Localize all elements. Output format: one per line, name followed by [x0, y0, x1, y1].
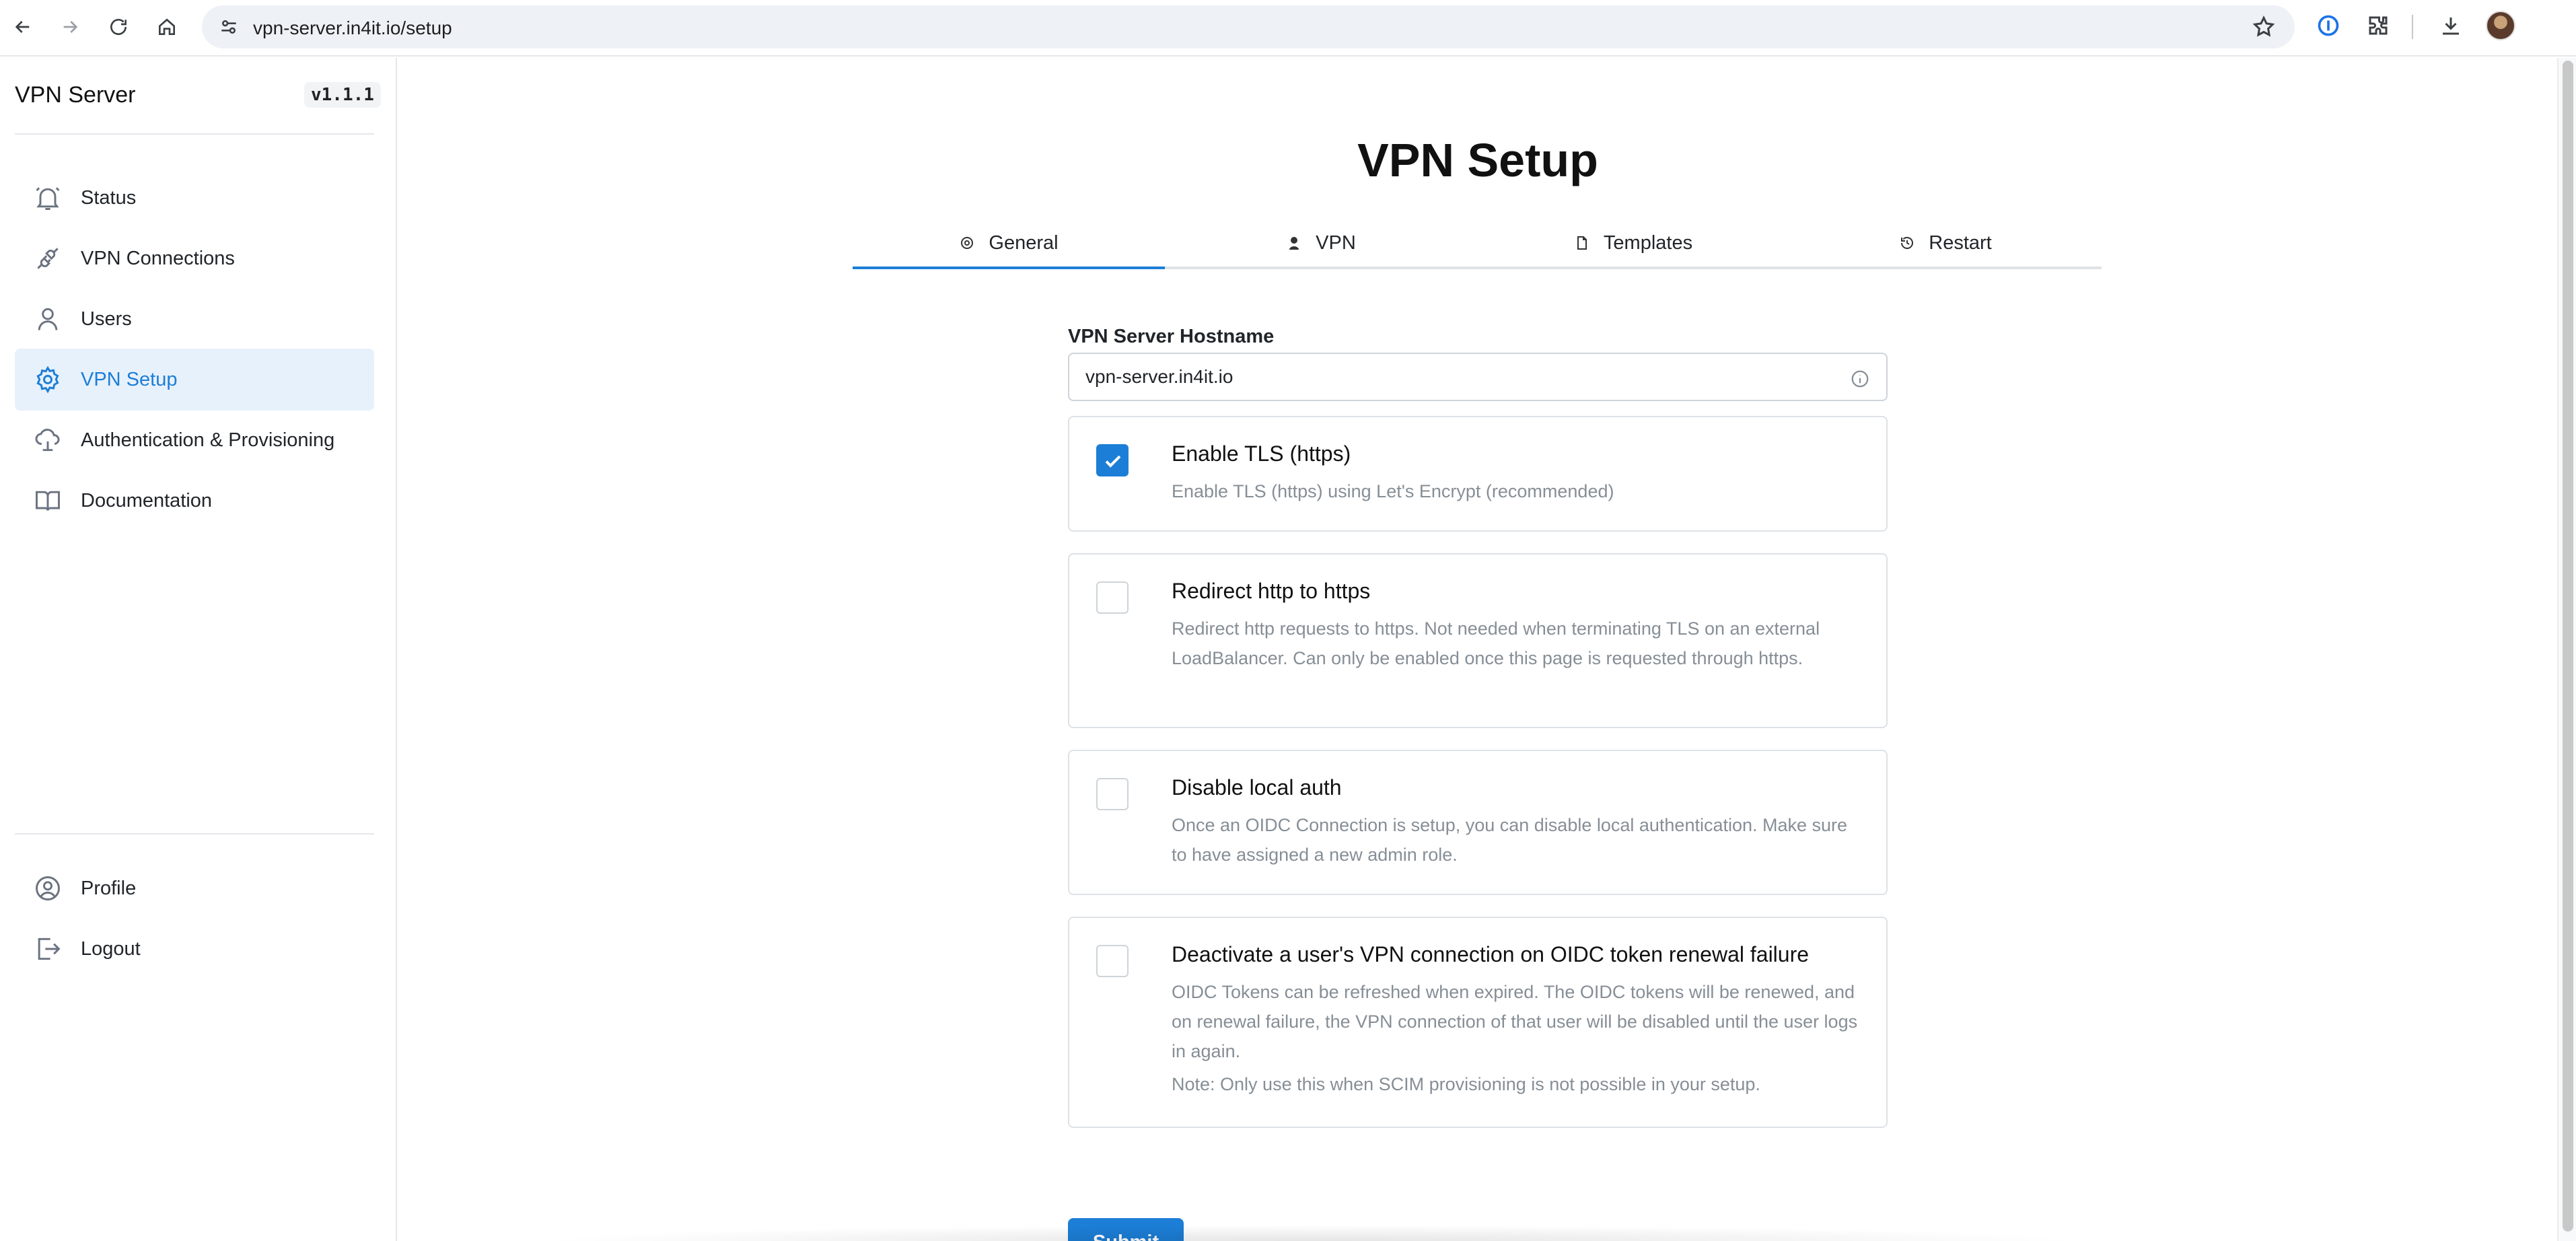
version-badge: v1.1.1 [304, 82, 381, 108]
tab-label: Templates [1603, 232, 1693, 254]
tab-restart[interactable]: Restart [1789, 219, 2102, 267]
sidebar-item-vpn-setup[interactable]: VPN Setup [15, 349, 374, 411]
redirect-https-checkbox[interactable] [1096, 581, 1129, 614]
sidebar-divider [15, 833, 374, 835]
sidebar-item-users[interactable]: Users [15, 288, 374, 350]
option-description: Once an OIDC Connection is setup, you ca… [1172, 815, 1848, 865]
browser-toolbar: vpn-server.in4it.io/setup [0, 0, 2576, 57]
option-title: Deactivate a user's VPN connection on OI… [1172, 942, 1810, 966]
app-brand: VPN Server [15, 82, 136, 108]
back-icon[interactable] [7, 11, 39, 43]
sidebar: VPN Server v1.1.1 Status VPN Connections… [0, 58, 397, 1241]
option-card-oidc-deactivate: Deactivate a user's VPN connection on OI… [1068, 917, 1888, 1128]
book-icon [32, 485, 63, 516]
settings-small-icon [961, 237, 974, 249]
enable-tls-checkbox[interactable] [1096, 444, 1129, 476]
tab-label: VPN [1316, 232, 1356, 254]
user-icon [32, 304, 63, 334]
sidebar-item-label: Logout [81, 937, 141, 960]
disable-local-auth-checkbox[interactable] [1096, 778, 1129, 810]
option-card-redirect-https: Redirect http to https Redirect http req… [1068, 553, 1888, 728]
option-description: Redirect http requests to https. Not nee… [1172, 618, 1820, 668]
page-scrollbar[interactable] [2557, 58, 2576, 1241]
sidebar-item-logout[interactable]: Logout [15, 918, 374, 980]
sidebar-item-authentication-provisioning[interactable]: Authentication & Provisioning [15, 409, 374, 471]
file-icon [1577, 236, 1587, 250]
option-note: Note: Only use this when SCIM provisioni… [1172, 1074, 1760, 1094]
sidebar-item-label: VPN Setup [81, 368, 178, 390]
logout-icon [32, 933, 63, 964]
cloud-lock-icon [32, 425, 63, 456]
option-description: OIDC Tokens can be refreshed when expire… [1172, 982, 1858, 1061]
sidebar-item-profile[interactable]: Profile [15, 857, 374, 919]
option-title: Redirect http to https [1172, 579, 1371, 603]
hostname-field-wrapper [1068, 353, 1888, 401]
profile-avatar[interactable] [2486, 11, 2515, 40]
restart-icon [1901, 237, 1914, 249]
site-settings-icon[interactable] [218, 16, 240, 38]
sidebar-item-vpn-connections[interactable]: VPN Connections [15, 227, 374, 289]
toolbar-separator [2412, 15, 2413, 39]
user-circle-icon [32, 873, 63, 904]
bottom-shadow [538, 1225, 2086, 1241]
option-title: Enable TLS (https) [1172, 441, 1351, 466]
tab-general[interactable]: General [853, 219, 1165, 269]
oidc-deactivate-checkbox[interactable] [1096, 945, 1129, 977]
sidebar-item-label: Users [81, 308, 132, 330]
tab-label: General [989, 232, 1059, 254]
plug-icon [32, 243, 63, 274]
home-icon[interactable] [151, 11, 183, 43]
extensions-icon[interactable] [2365, 12, 2392, 39]
main-content: VPN Setup General VPN Templates Restart … [398, 58, 2557, 1241]
sidebar-item-label: Profile [81, 877, 137, 899]
sidebar-item-label: VPN Connections [81, 247, 235, 269]
checkmark-icon [1105, 455, 1121, 468]
password-manager-icon[interactable] [2315, 12, 2342, 39]
setup-form: VPN Server Hostname Enable TLS (https) E… [1068, 326, 1888, 1241]
gear-icon [32, 364, 63, 395]
hostname-label: VPN Server Hostname [1068, 326, 1275, 347]
sidebar-item-label: Documentation [81, 489, 213, 511]
tab-bar: General VPN Templates Restart [853, 219, 2102, 269]
address-bar[interactable]: vpn-server.in4it.io/setup [202, 5, 2295, 48]
tab-vpn[interactable]: VPN [1165, 219, 1477, 267]
reload-icon[interactable] [102, 11, 135, 43]
option-card-enable-tls: Enable TLS (https) Enable TLS (https) us… [1068, 416, 1888, 532]
option-card-disable-local-auth: Disable local auth Once an OIDC Connecti… [1068, 750, 1888, 895]
sidebar-item-label: Status [81, 186, 137, 209]
sidebar-item-documentation[interactable]: Documentation [15, 470, 374, 532]
tab-templates[interactable]: Templates [1477, 219, 1789, 267]
info-icon[interactable] [1850, 369, 1870, 389]
url-text[interactable]: vpn-server.in4it.io/setup [253, 17, 452, 39]
forward-icon[interactable] [54, 11, 86, 43]
bookmark-star-icon[interactable] [2252, 15, 2276, 39]
sidebar-divider [15, 133, 374, 135]
sidebar-item-status[interactable]: Status [15, 167, 374, 229]
option-title: Disable local auth [1172, 775, 1342, 800]
tab-label: Restart [1929, 232, 1992, 254]
option-description: Enable TLS (https) using Let's Encrypt (… [1172, 481, 1614, 501]
bell-icon [32, 182, 63, 213]
user-pin-icon [1289, 237, 1299, 250]
scrollbar-thumb[interactable] [2563, 61, 2573, 1232]
hostname-input[interactable] [1085, 366, 1826, 388]
page-title: VPN Setup [1357, 134, 1598, 186]
sidebar-item-label: Authentication & Provisioning [81, 429, 335, 451]
download-icon[interactable] [2437, 12, 2464, 39]
